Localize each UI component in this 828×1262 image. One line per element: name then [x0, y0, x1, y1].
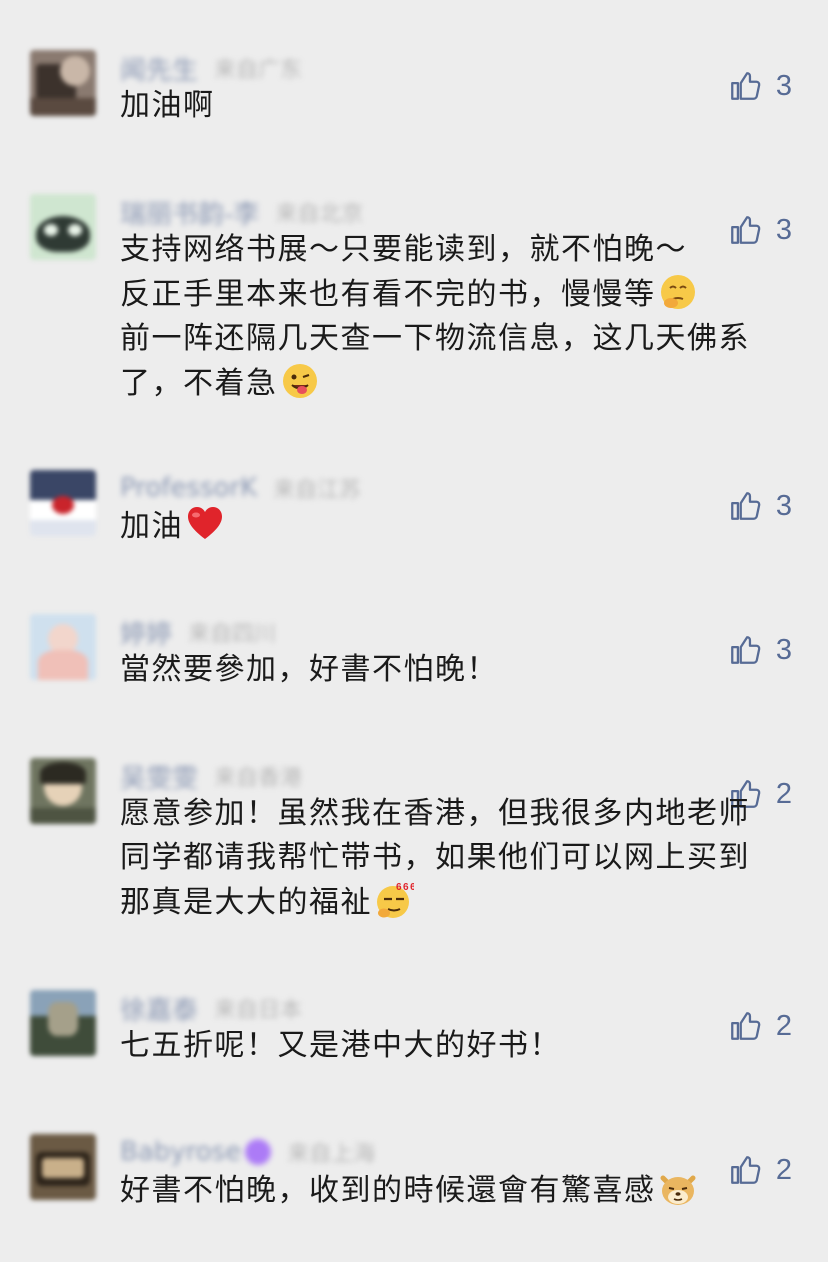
comment-header: 婷婷 来自四川 [120, 614, 276, 650]
svg-text:666: 666 [396, 882, 414, 893]
comment-line: 那真是大大的福祉 666 [120, 880, 810, 925]
commenter-name[interactable]: 婷婷 [120, 614, 172, 651]
comment-line-text: 了，不着急 [120, 366, 278, 401]
comment-line: 前一阵还隔几天查一下物流信息，这几天佛系 [120, 321, 750, 356]
commenter-location: 来自北京 [275, 202, 364, 227]
comment-header: 徐嘉泰 来自日本 [120, 990, 302, 1026]
avatar[interactable] [30, 1134, 96, 1200]
commenter-location: 来自四川 [188, 622, 277, 647]
comment-header: 吴雯雯 来自香港 [120, 758, 302, 794]
comment-header: ProfessorK 来自江苏 [120, 470, 361, 506]
comment-line: 好書不怕晚，收到的時候還會有驚喜感 [120, 1168, 810, 1213]
comment-line: 支持网络书展～只要能读到，就不怕晚～ [120, 232, 687, 267]
comment-line-text: 那真是大大的福祉 [120, 885, 372, 920]
commenter-location: 来自上海 [287, 1142, 376, 1167]
comment-line: 加油 [120, 504, 810, 549]
avatar[interactable] [30, 194, 96, 260]
comment-text: 七五折呢！又是港中大的好书！ [120, 1024, 810, 1068]
commenter-name[interactable]: Babyrose [120, 1137, 241, 1167]
commenter-location: 来自广东 [214, 58, 303, 83]
purple-heart-icon [245, 1139, 272, 1165]
comment-text: 當然要參加，好書不怕晚！ [120, 648, 810, 692]
comment-text: 加油 [120, 504, 810, 549]
comment-header: Babyrose 来自上海 [120, 1134, 375, 1170]
red-heart-emoji [188, 507, 222, 539]
comment-line-text: 好書不怕晚，收到的時候還會有驚喜感 [120, 1173, 656, 1208]
commenter-name[interactable]: ProfessorK [120, 473, 257, 503]
comment-line: 愿意参加！虽然我在香港，但我很多内地老师 [120, 796, 750, 831]
comment-line-text: 反正手里本来也有看不完的书，慢慢等 [120, 277, 656, 312]
comment-line: 當然要參加，好書不怕晚！ [120, 652, 498, 687]
comment-text: 支持网络书展～只要能读到，就不怕晚～ 反正手里本来也有看不完的书，慢慢等 前一阵… [120, 228, 810, 406]
commenter-location: 来自江苏 [273, 478, 362, 503]
comment-header: 闻先生 来自广东 [120, 50, 302, 86]
avatar[interactable] [30, 614, 96, 680]
winking-tongue-emoji [282, 364, 317, 398]
comment-text: 好書不怕晚，收到的時候還會有驚喜感 [120, 1168, 810, 1213]
comment-line: 加油啊 [120, 88, 215, 123]
comment-line-text: 加油 [120, 509, 183, 544]
doge-face-emoji [660, 1175, 695, 1205]
commenter-name[interactable]: 徐嘉泰 [120, 990, 198, 1027]
avatar[interactable] [30, 758, 96, 824]
commenter-location: 来自香港 [214, 766, 303, 791]
avatar[interactable] [30, 50, 96, 116]
commenter-name[interactable]: 瑞丽书韵-李 [120, 194, 259, 231]
comment-line: 反正手里本来也有看不完的书，慢慢等 [120, 272, 810, 317]
comment-text: 愿意参加！虽然我在香港，但我很多内地老师 同学都请我帮忙带书，如果他们可以网上买… [120, 792, 810, 925]
commenter-name[interactable]: 闻先生 [120, 50, 198, 87]
comment-line: 七五折呢！又是港中大的好书！ [120, 1028, 561, 1063]
comment-text: 加油啊 [120, 84, 810, 128]
comment-line: 同学都请我帮忙带书，如果他们可以网上买到 [120, 840, 750, 875]
avatar[interactable] [30, 990, 96, 1056]
commenter-location: 来自日本 [214, 998, 303, 1023]
comment-line: 了，不着急 [120, 361, 810, 406]
comment-header: 瑞丽书韵-李 来自北京 [120, 194, 363, 230]
666-face-emoji: 666 [377, 882, 414, 918]
comment-list: 闻先生 来自广东 3 加油啊 瑞丽书韵-李 来自北京 3 支持网络书展～只要能读… [0, 0, 828, 1262]
commenter-name[interactable]: 吴雯雯 [120, 758, 198, 795]
avatar[interactable] [30, 470, 96, 536]
thinking-face-emoji [660, 275, 695, 309]
